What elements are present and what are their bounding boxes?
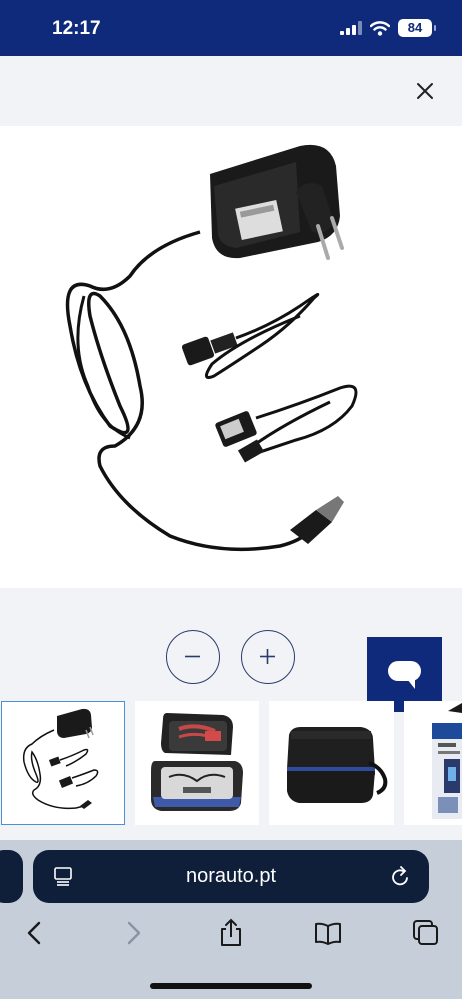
closed-case-thumbnail: [287, 727, 388, 803]
status-bar: 12:17 84: [0, 0, 462, 56]
charger-cables-image: [65, 144, 358, 552]
back-button[interactable]: [20, 918, 50, 948]
plus-icon: [260, 649, 275, 664]
forward-button[interactable]: [118, 918, 148, 948]
forward-icon: [127, 921, 141, 945]
product-box-thumbnail: [432, 703, 462, 819]
thumbnail-open-case[interactable]: [135, 701, 259, 825]
address-bar[interactable]: norauto.pt: [33, 850, 429, 903]
image-viewer-header: [0, 56, 462, 126]
status-time: 12:17: [52, 18, 101, 39]
bookmarks-button[interactable]: [313, 918, 343, 948]
thumbnail-product-box[interactable]: [404, 701, 462, 825]
product-image: [0, 126, 462, 588]
share-button[interactable]: [216, 918, 246, 948]
minus-icon: [185, 655, 200, 658]
reload-icon[interactable]: [391, 866, 411, 888]
status-icons: 84: [340, 19, 436, 37]
home-indicator: [150, 983, 312, 989]
thumbnail-charger-cables[interactable]: [1, 701, 125, 825]
thumbnail-closed-case[interactable]: [269, 701, 394, 825]
open-case-thumbnail: [151, 713, 243, 811]
back-icon: [27, 921, 41, 945]
previous-tab-preview[interactable]: [0, 850, 23, 903]
zoom-out-button[interactable]: [166, 630, 220, 684]
signal-icon: [340, 21, 362, 35]
share-icon: [221, 918, 241, 946]
zoom-in-button[interactable]: [241, 630, 295, 684]
charger-cables-thumbnail: [22, 708, 99, 810]
wifi-icon: [370, 20, 390, 36]
close-button[interactable]: [414, 80, 436, 102]
tabs-button[interactable]: [411, 918, 441, 948]
url-text: norauto.pt: [185, 865, 277, 887]
tabs-icon: [413, 920, 438, 945]
bookmarks-icon: [315, 922, 341, 945]
close-icon: [417, 83, 433, 99]
battery-icon: 84: [398, 19, 436, 37]
